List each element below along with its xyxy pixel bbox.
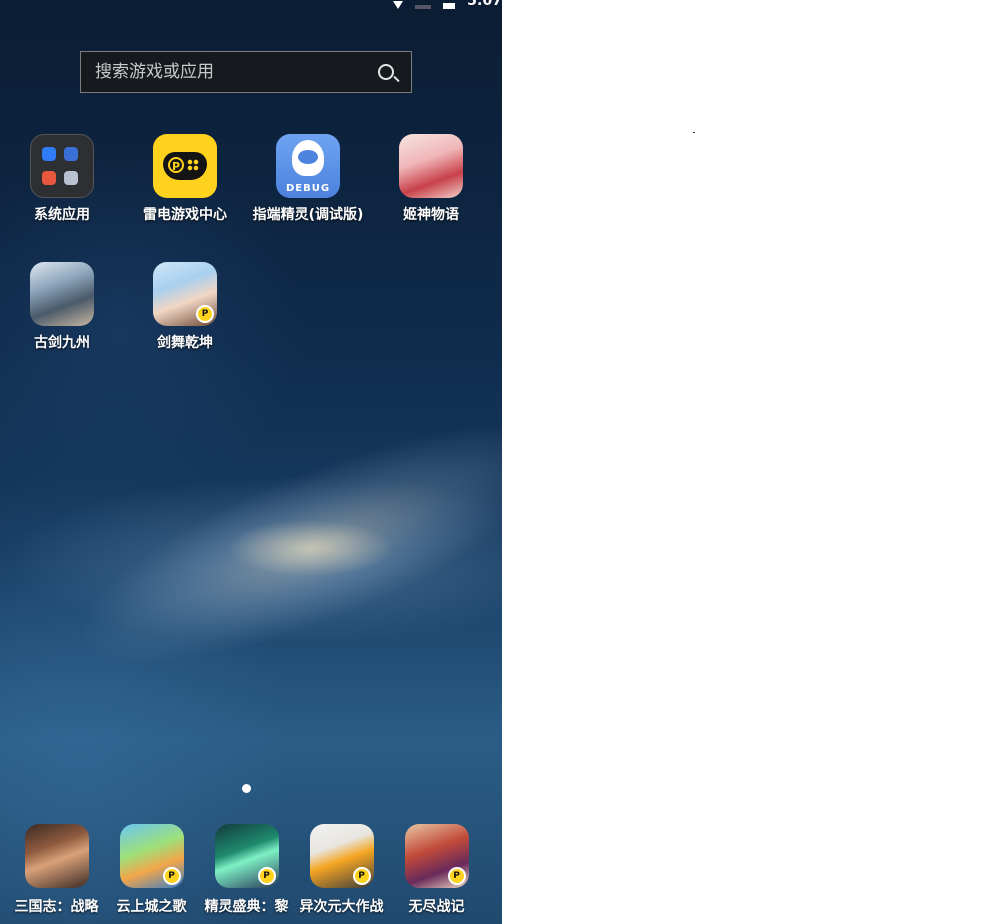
search-bar[interactable] [80, 51, 412, 93]
dock-app-wujin-zhanji[interactable]: P 无尽战记 [389, 824, 484, 916]
app-label: 雷电游戏中心 [143, 207, 227, 223]
game-character-icon [399, 134, 463, 198]
game-character-icon [24, 824, 89, 888]
search-input[interactable] [81, 52, 371, 92]
stray-pixel [693, 132, 695, 133]
battery-icon [443, 3, 456, 9]
app-jianwu-qiankun[interactable]: P 剑舞乾坤 [125, 262, 245, 352]
dock-app-jingling-shengdian[interactable]: P 精灵盛典：黎 [199, 824, 294, 916]
dock-app-sanguozhi[interactable]: 三国志：战略 [9, 824, 104, 916]
game-center-badge-icon: P [162, 867, 181, 885]
signal-icon [415, 5, 432, 9]
app-label: 无尽战记 [408, 899, 465, 915]
game-character-icon: P [153, 262, 217, 326]
game-center-badge-icon: P [447, 867, 466, 885]
app-jishen-wuyu[interactable]: 姬神物语 [371, 134, 491, 224]
game-character-icon [30, 262, 94, 326]
game-character-icon: P [309, 824, 374, 888]
app-gujian-jiuzhou[interactable]: 古剑九州 [2, 262, 122, 352]
game-center-badge-icon: P [257, 867, 276, 885]
folder-icon [30, 134, 94, 198]
app-label: 云上城之歌 [116, 899, 187, 915]
wallpaper-galaxy [50, 378, 502, 712]
app-label: 姬神物语 [403, 207, 459, 223]
wifi-icon [393, 1, 404, 9]
app-label: 剑舞乾坤 [157, 335, 213, 351]
app-label: 异次元大作战 [299, 899, 384, 915]
app-label: 系统应用 [34, 207, 90, 223]
app-system-folder[interactable]: 系统应用 [2, 134, 122, 224]
game-center-badge-icon: P [352, 867, 371, 885]
app-label: 古剑九州 [34, 335, 90, 351]
android-home-screen: 5:07 系统应用 雷电游戏中心 DEBUG 指端精灵(调试版) 姬神物语 古剑… [0, 0, 502, 924]
status-time: 5:07 [467, 0, 502, 9]
app-label: 精灵盛典：黎 [204, 899, 289, 915]
dock-app-yiciyuan[interactable]: P 异次元大作战 [294, 824, 389, 916]
app-label: 指端精灵(调试版) [252, 207, 364, 223]
gamepad-icon [153, 134, 217, 198]
dock-app-yunshangcheng[interactable]: P 云上城之歌 [104, 824, 199, 916]
debug-sprite-icon: DEBUG [276, 134, 340, 198]
game-character-icon: P [404, 824, 469, 888]
game-center-badge-icon: P [196, 305, 214, 323]
app-finger-sprite-debug[interactable]: DEBUG 指端精灵(调试版) [248, 134, 368, 224]
app-leidian-game-center[interactable]: 雷电游戏中心 [125, 134, 245, 224]
game-character-icon: P [214, 824, 279, 888]
status-bar: 5:07 [0, 0, 502, 9]
page-indicator-dot [242, 784, 251, 793]
app-label: 三国志：战略 [14, 899, 99, 915]
game-character-icon: P [119, 824, 184, 888]
search-icon[interactable] [378, 64, 394, 80]
